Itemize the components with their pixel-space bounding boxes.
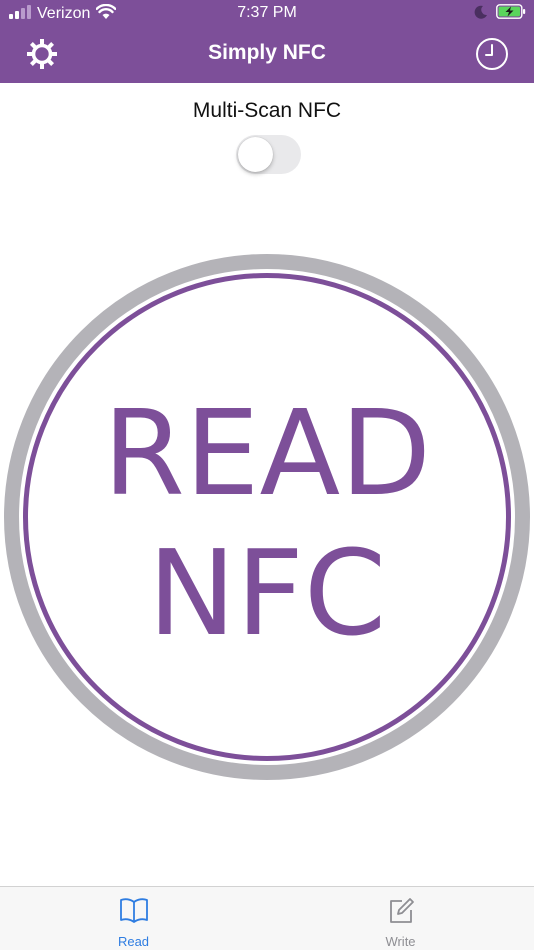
read-button-line1: READ [102, 384, 432, 522]
navigation-bar: Simply NFC [0, 28, 534, 83]
toggle-knob [238, 137, 273, 172]
battery-charging-icon [496, 4, 526, 24]
status-bar: Verizon 7:37 PM [0, 0, 534, 28]
tab-read-label: Read [117, 934, 150, 949]
status-time: 7:37 PM [237, 4, 297, 21]
history-button[interactable] [472, 36, 512, 76]
multi-scan-label: Multi-Scan NFC [192, 99, 342, 122]
tab-bar: Read Write [0, 886, 534, 950]
multi-scan-toggle[interactable] [236, 135, 301, 174]
tab-read[interactable]: Read [0, 887, 267, 950]
app-header: Verizon 7:37 PM Simply NFC [0, 0, 534, 83]
moon-icon [474, 5, 488, 24]
edit-icon [387, 897, 415, 930]
clock-icon [475, 37, 509, 76]
page-title: Simply NFC [208, 41, 326, 64]
app-screen: Verizon 7:37 PM Simply NFC Multi-Scan NF… [0, 0, 534, 950]
book-icon [119, 897, 149, 928]
read-nfc-button[interactable]: READ NFC [4, 254, 530, 780]
status-right [474, 4, 526, 24]
tab-write-label: Write [385, 934, 416, 949]
tab-write[interactable]: Write [267, 887, 534, 950]
read-button-line2: NFC [147, 524, 387, 662]
